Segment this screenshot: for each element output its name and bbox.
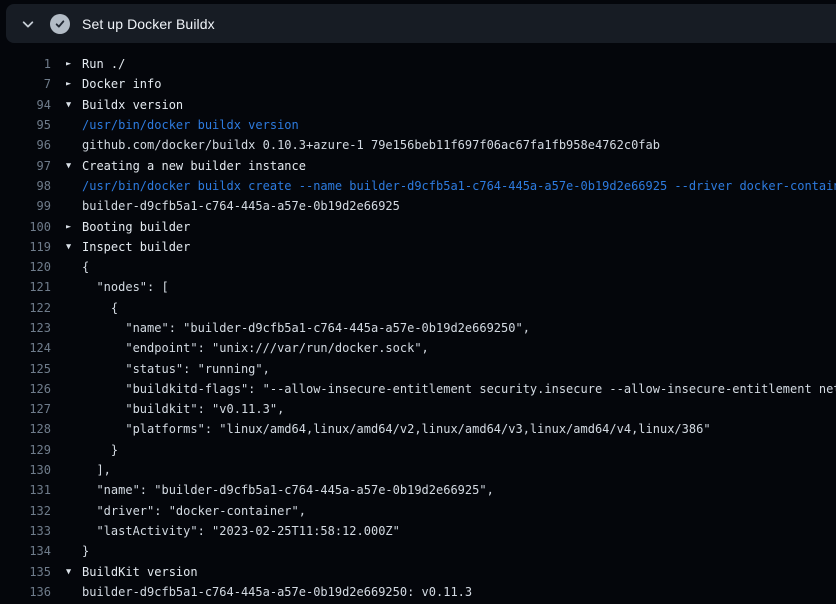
log-line-text: "name": "builder-d9cfb5a1-c764-445a-a57e… [82, 321, 530, 335]
log-line-text: { [82, 301, 118, 315]
line-number[interactable]: 122 [0, 301, 51, 315]
line-number[interactable]: 126 [0, 382, 51, 396]
line-number[interactable]: 131 [0, 483, 51, 497]
line-number[interactable]: 119 [0, 240, 51, 254]
log-line-text: "name": "builder-d9cfb5a1-c764-445a-a57e… [82, 483, 494, 497]
log-row: 130 ], [0, 460, 836, 480]
line-number[interactable]: 96 [0, 138, 51, 152]
log-row[interactable]: 100►Booting builder [0, 216, 836, 236]
log-line-text: { [82, 260, 89, 274]
log-command-text: /usr/bin/docker buildx create --name bui… [82, 179, 836, 193]
log-row: 123 "name": "builder-d9cfb5a1-c764-445a-… [0, 318, 836, 338]
log-row: 133 "lastActivity": "2023-02-25T11:58:12… [0, 521, 836, 541]
line-number[interactable]: 129 [0, 443, 51, 457]
line-number[interactable]: 1 [0, 57, 51, 71]
log-output: 1►Run ./7►Docker info94▼Buildx version95… [0, 54, 836, 604]
log-line-text: ], [82, 463, 111, 477]
line-number[interactable]: 127 [0, 402, 51, 416]
log-line-text: builder-d9cfb5a1-c764-445a-a57e-0b19d2e6… [82, 199, 400, 213]
line-number[interactable]: 120 [0, 260, 51, 274]
log-row: 134} [0, 541, 836, 561]
log-group-title: Inspect builder [82, 240, 190, 254]
disclosure-triangle-icon[interactable]: ► [51, 59, 82, 69]
line-number[interactable]: 134 [0, 544, 51, 558]
log-row: 121 "nodes": [ [0, 277, 836, 297]
disclosure-triangle-icon[interactable]: ► [51, 79, 82, 89]
log-group-title: Booting builder [82, 220, 190, 234]
line-number[interactable]: 99 [0, 199, 51, 213]
log-row[interactable]: 7►Docker info [0, 74, 836, 94]
log-group-title: Creating a new builder instance [82, 159, 306, 173]
line-number[interactable]: 100 [0, 220, 51, 234]
line-number[interactable]: 121 [0, 280, 51, 294]
log-line-text: } [82, 544, 89, 558]
line-number[interactable]: 7 [0, 77, 51, 91]
log-group-title: Docker info [82, 77, 161, 91]
log-row: 136 builder-d9cfb5a1-c764-445a-a57e-0b19d… [0, 582, 836, 602]
disclosure-triangle-icon[interactable]: ► [51, 222, 82, 232]
disclosure-triangle-icon[interactable]: ▼ [51, 242, 82, 252]
line-number[interactable]: 132 [0, 504, 51, 518]
step-header[interactable]: Set up Docker Buildx [6, 4, 836, 43]
log-line-text: "platforms": "linux/amd64,linux/amd64/v2… [82, 422, 711, 436]
log-row: 127 "buildkit": "v0.11.3", [0, 399, 836, 419]
line-number[interactable]: 124 [0, 341, 51, 355]
log-row: 131 "name": "builder-d9cfb5a1-c764-445a-… [0, 480, 836, 500]
log-line-text: "nodes": [ [82, 280, 169, 294]
step-title: Set up Docker Buildx [82, 16, 215, 32]
log-row: 98/usr/bin/docker buildx create --name b… [0, 176, 836, 196]
log-row: 126 "buildkitd-flags": "--allow-insecure… [0, 379, 836, 399]
log-row: 124 "endpoint": "unix:///var/run/docker.… [0, 338, 836, 358]
log-line-text: "lastActivity": "2023-02-25T11:58:12.000… [82, 524, 400, 538]
log-row[interactable]: 119▼Inspect builder [0, 237, 836, 257]
disclosure-triangle-icon[interactable]: ▼ [51, 161, 82, 171]
step-success-icon [50, 14, 70, 34]
log-row: 132 "driver": "docker-container", [0, 501, 836, 521]
log-row: 99 builder-d9cfb5a1-c764-445a-a57e-0b19d2… [0, 196, 836, 216]
log-group-title: Run ./ [82, 57, 125, 71]
log-row[interactable]: 1►Run ./ [0, 54, 836, 74]
line-number[interactable]: 133 [0, 524, 51, 538]
log-row: 120 { [0, 257, 836, 277]
log-row[interactable]: 94▼Buildx version [0, 95, 836, 115]
log-row[interactable]: 97▼Creating a new builder instance [0, 155, 836, 175]
line-number[interactable]: 94 [0, 98, 51, 112]
log-row: 96 github.com/docker/buildx 0.10.3+azure-… [0, 135, 836, 155]
log-command-text: /usr/bin/docker buildx version [82, 118, 299, 132]
log-row: 129 } [0, 440, 836, 460]
line-number[interactable]: 123 [0, 321, 51, 335]
line-number[interactable]: 128 [0, 422, 51, 436]
log-group-title: BuildKit version [82, 565, 198, 579]
line-number[interactable]: 136 [0, 585, 51, 599]
log-line-text: github.com/docker/buildx 0.10.3+azure-1 … [82, 138, 660, 152]
log-row: 125 "status": "running", [0, 358, 836, 378]
line-number[interactable]: 95 [0, 118, 51, 132]
line-number[interactable]: 97 [0, 159, 51, 173]
log-line-text: "buildkitd-flags": "--allow-insecure-ent… [82, 382, 836, 396]
disclosure-triangle-icon[interactable]: ▼ [51, 567, 82, 577]
line-number[interactable]: 125 [0, 362, 51, 376]
log-line-text: "buildkit": "v0.11.3", [82, 402, 284, 416]
log-row: 95/usr/bin/docker buildx version [0, 115, 836, 135]
log-row: 128 "platforms": "linux/amd64,linux/amd6… [0, 419, 836, 439]
line-number[interactable]: 135 [0, 565, 51, 579]
log-line-text: } [82, 443, 118, 457]
log-row: 122 { [0, 298, 836, 318]
disclosure-triangle-icon[interactable]: ▼ [51, 100, 82, 110]
log-line-text: "status": "running", [82, 362, 270, 376]
log-row[interactable]: 135▼BuildKit version [0, 561, 836, 581]
line-number[interactable]: 130 [0, 463, 51, 477]
log-line-text: builder-d9cfb5a1-c764-445a-a57e-0b19d2e6… [82, 585, 472, 599]
log-group-title: Buildx version [82, 98, 183, 112]
chevron-down-icon[interactable] [20, 16, 36, 32]
log-line-text: "endpoint": "unix:///var/run/docker.sock… [82, 341, 429, 355]
log-line-text: "driver": "docker-container", [82, 504, 306, 518]
line-number[interactable]: 98 [0, 179, 51, 193]
